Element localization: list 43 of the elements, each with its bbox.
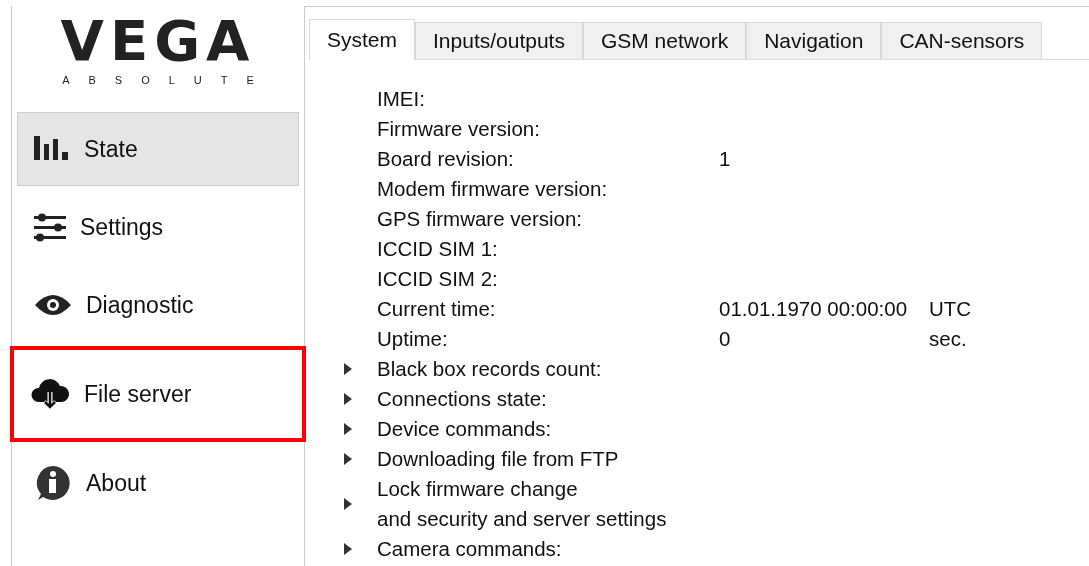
group-label: Camera commands: <box>377 536 563 562</box>
field-value: 01.01.1970 00:00:00 <box>719 296 909 322</box>
field-label: Firmware version: <box>377 116 541 142</box>
sidebar-item[interactable]: File server <box>10 346 306 442</box>
expand-arrow-icon[interactable] <box>343 422 353 436</box>
group-label: Lock firmware change and security and server settings <box>377 476 668 532</box>
unit-label: UTC <box>929 296 973 322</box>
expand-arrow-icon[interactable] <box>343 392 353 406</box>
field-label: Uptime: <box>377 326 449 352</box>
field-label: IMEI: <box>377 86 426 112</box>
group-label: Downloading file from FTP <box>377 446 620 472</box>
logo: VEGA <box>60 12 256 70</box>
field-label: ICCID SIM 2: <box>377 266 499 292</box>
group-label: Device commands: <box>377 416 553 442</box>
expand-arrow-icon[interactable] <box>343 362 353 376</box>
group-label: Connections state: <box>377 386 548 412</box>
sidebar-item[interactable]: Diagnostic <box>17 268 299 342</box>
expand-arrow-icon[interactable] <box>343 452 353 466</box>
field-label: GPS firmware version: <box>377 206 584 232</box>
cloud-download-icon <box>30 376 70 412</box>
expand-arrow-icon[interactable] <box>343 497 353 511</box>
sidebar-item[interactable]: State <box>17 112 299 186</box>
field-label: ICCID SIM 1: <box>377 236 499 262</box>
tab[interactable]: GSM network <box>582 22 747 59</box>
field-label: Board revision: <box>377 146 515 172</box>
sidebar-item[interactable]: About <box>17 446 299 520</box>
unit-label: sec. <box>929 326 968 352</box>
tab[interactable]: CAN-sensors <box>881 22 1043 59</box>
bar-chart-icon <box>34 136 70 162</box>
field-label: Current time: <box>377 296 497 322</box>
sliders-icon <box>34 211 66 243</box>
tab[interactable]: System <box>309 19 415 60</box>
tab[interactable]: Navigation <box>746 22 882 59</box>
sidebar-item[interactable]: Settings <box>17 190 299 264</box>
logo-tagline: ABSOLUTE <box>62 74 273 86</box>
info-icon <box>34 464 72 502</box>
eye-icon <box>34 293 72 317</box>
field-value: 0 <box>719 326 732 352</box>
field-label: Modem firmware version: <box>377 176 609 202</box>
expand-arrow-icon[interactable] <box>343 542 353 556</box>
field-value: 1 <box>719 146 732 172</box>
tab[interactable]: Inputs/outputs <box>415 22 583 59</box>
group-label: Black box records count: <box>377 356 603 382</box>
